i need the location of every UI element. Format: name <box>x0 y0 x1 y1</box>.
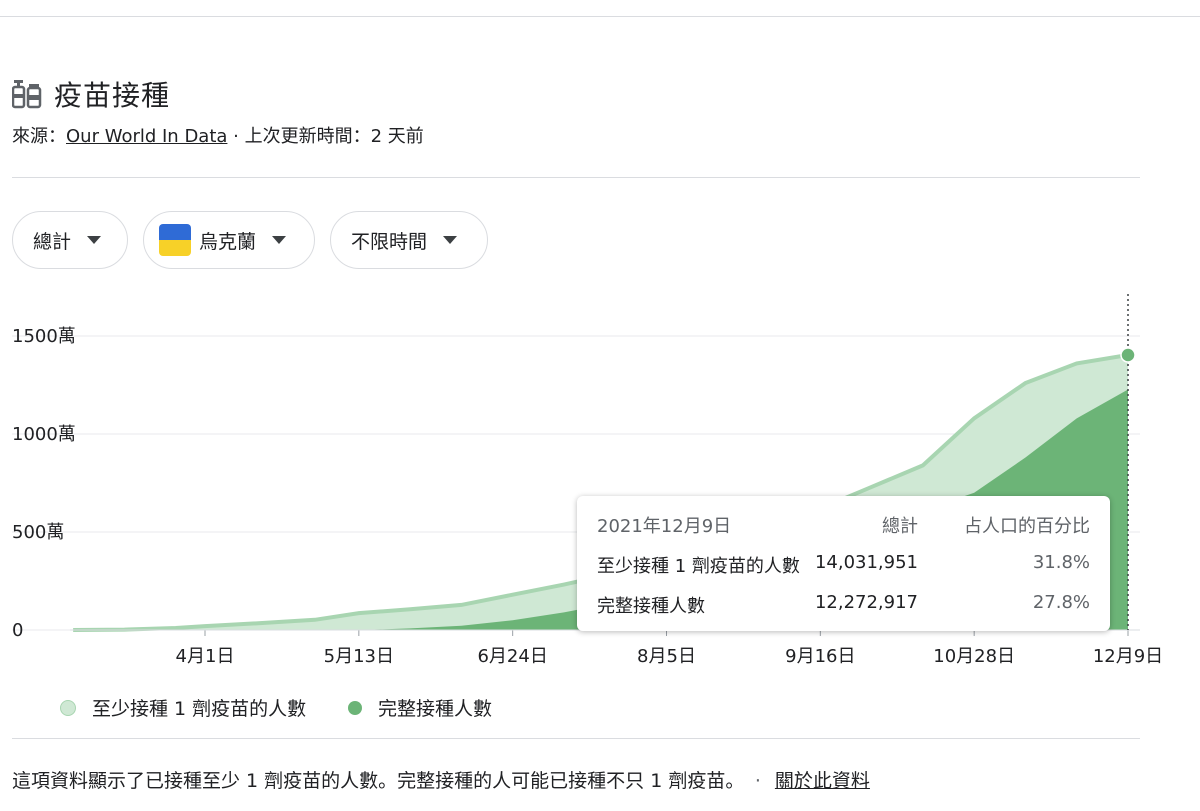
x-tick-label: 6月24日 <box>477 646 547 667</box>
x-tick-label: 12月9日 <box>1093 646 1163 667</box>
tooltip-row-label: 至少接種 1 劑疫苗的人數 <box>597 556 800 577</box>
country-dropdown[interactable]: 烏克蘭 <box>143 211 315 269</box>
footer-divider <box>12 738 1140 739</box>
metric-dropdown-label: 總計 <box>33 230 72 253</box>
tooltip-row-label: 完整接種人數 <box>597 596 705 617</box>
vaccine-icon <box>12 80 42 109</box>
time-range-dropdown-label: 不限時間 <box>351 230 428 253</box>
y-tick-label: 1000萬 <box>12 424 76 445</box>
tooltip-row-percent: 31.8% <box>1032 552 1090 573</box>
y-tick-label: 500萬 <box>12 522 64 543</box>
legend-swatch <box>60 699 76 716</box>
tooltip-date: 2021年12月9日 <box>597 516 732 537</box>
footer-separator: · <box>754 770 761 792</box>
tooltip-row-total: 12,272,917 <box>814 592 918 613</box>
header-divider <box>12 177 1140 178</box>
tooltip-row-percent: 27.8% <box>1032 592 1090 613</box>
y-tick-label: 0 <box>12 620 23 641</box>
top-divider <box>0 16 1200 17</box>
legend-fully-vaccinated[interactable]: 完整接種人數 <box>348 694 492 721</box>
legend-first-dose[interactable]: 至少接種 1 劑疫苗的人數 <box>60 694 306 721</box>
x-tick-label: 10月28日 <box>933 646 1015 667</box>
source-separator: · <box>227 126 245 147</box>
card-header: 疫苗接種 <box>12 74 170 114</box>
hover-point <box>1120 347 1136 363</box>
footer-text: 這項資料顯示了已接種至少 1 劑疫苗的人數。完整接種的人可能已接種不只 1 劑疫… <box>12 770 735 792</box>
tooltip-col-percent: 占人口的百分比 <box>964 516 1090 537</box>
x-tick-label: 9月16日 <box>785 646 855 667</box>
time-range-dropdown[interactable]: 不限時間 <box>330 211 488 269</box>
ukraine-flag-icon <box>159 224 191 256</box>
legend-swatch <box>348 700 362 715</box>
chevron-down-icon <box>443 236 458 244</box>
y-tick-label: 1500萬 <box>12 326 76 347</box>
tooltip-col-total: 總計 <box>882 516 918 537</box>
source-line: 來源：Our World In Data · 上次更新時間：2 天前 <box>12 122 424 148</box>
chart-tooltip: 2021年12月9日 總計 占人口的百分比 至少接種 1 劑疫苗的人數 14,0… <box>577 496 1110 631</box>
x-tick-label: 8月5日 <box>637 646 696 667</box>
page-title: 疫苗接種 <box>54 79 171 112</box>
legend-label: 至少接種 1 劑疫苗的人數 <box>92 698 307 720</box>
chevron-down-icon <box>87 236 102 244</box>
source-prefix: 來源： <box>12 126 66 147</box>
country-dropdown-label: 烏克蘭 <box>199 230 257 253</box>
x-tick-label: 4月1日 <box>176 646 235 667</box>
updated-text: 上次更新時間：2 天前 <box>244 126 424 147</box>
footer-note: 這項資料顯示了已接種至少 1 劑疫苗的人數。完整接種的人可能已接種不只 1 劑疫… <box>12 766 870 793</box>
legend-label: 完整接種人數 <box>378 698 493 720</box>
source-link[interactable]: Our World In Data <box>66 126 227 147</box>
metric-dropdown[interactable]: 總計 <box>12 211 128 269</box>
tooltip-row: 至少接種 1 劑疫苗的人數 14,031,951 31.8% <box>597 552 1090 578</box>
tooltip-row: 完整接種人數 12,272,917 27.8% <box>597 592 1090 618</box>
tooltip-row-total: 14,031,951 <box>814 552 918 573</box>
x-tick-label: 5月13日 <box>324 646 394 667</box>
about-data-link[interactable]: 關於此資料 <box>775 770 870 792</box>
chevron-down-icon <box>272 236 287 244</box>
